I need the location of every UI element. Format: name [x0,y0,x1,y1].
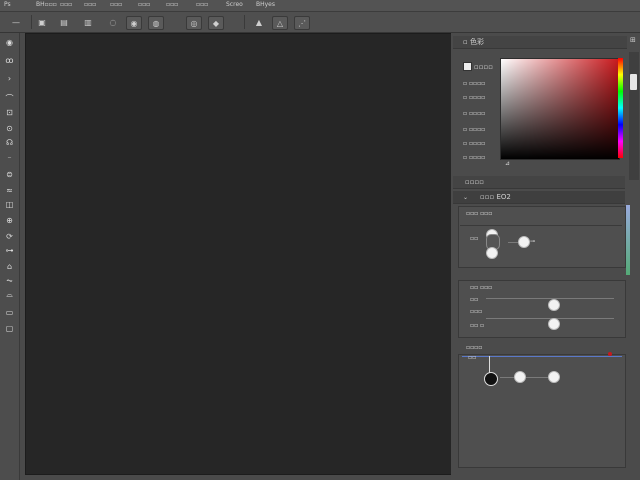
collapse-chevron-icon[interactable]: ⌄ [463,194,468,201]
lasso-icon[interactable]: ꝏ [3,55,16,66]
section-3-title: ▫▫▫▫ [466,344,483,351]
slider-knob[interactable] [548,318,560,330]
eraser-icon[interactable]: ◫ [3,199,16,210]
panel-scrollbar[interactable] [629,52,639,180]
option-button-2[interactable]: ▤ [58,16,70,28]
option-button-6[interactable]: ◍ [148,16,164,30]
option-button-8[interactable]: ◆ [208,16,224,30]
color-panel-tab[interactable]: ▫ 色彩 [453,36,627,49]
path-icon[interactable]: ⌂ [3,261,16,272]
pen-icon[interactable]: ⌒ [3,93,16,104]
option-button-4[interactable]: ◌ [106,16,120,28]
menu-item-2[interactable]: ▫▫▫ [60,1,72,8]
hand-icon[interactable]: ⌓ [3,289,16,300]
section-2-row-1: ▫▫ [470,296,479,303]
align-button[interactable]: ⋰ [294,16,310,30]
stamp-icon[interactable]: ⊜ [3,169,16,180]
dodge-icon[interactable]: ⊶ [3,245,16,256]
color-row-2[interactable]: ▫ ▫▫▫▫ [463,94,485,101]
menu-item-8[interactable]: Screo [226,1,243,8]
section-3-label: ▫▫ [468,354,477,361]
section-1-label: ▫▫ [470,235,479,242]
option-button-10[interactable]: △ [272,16,288,30]
foreground-swatch-icon[interactable] [463,62,472,71]
slider-knob[interactable] [514,371,526,383]
color-row-6[interactable]: ▫ ▫▫▫▫ [463,154,485,161]
slider-knob[interactable] [518,236,530,248]
select-icon[interactable]: › [3,73,16,84]
hue-slider[interactable] [618,58,623,158]
menu-item-1[interactable]: BH▫▫▫ [36,1,57,8]
section-1-title: ▫▫▫ ▫▫▫ [466,210,493,217]
move-icon[interactable]: ◉ [3,37,16,48]
app-logo[interactable]: Ps [4,1,11,8]
type-icon[interactable]: ⏦ [3,275,16,286]
color-row-4[interactable]: ▫ ▫▫▫▫ [463,126,485,133]
crop-icon[interactable]: ⊡ [3,107,16,118]
line-tool-preset[interactable]: — [6,16,26,28]
arrow-icon: ⊸ [530,238,536,245]
option-button-3[interactable]: ▥ [80,16,96,28]
history-icon[interactable]: ≈ [3,185,16,196]
menu-item-4[interactable]: ▫▫▫ [110,1,122,8]
handle-knob[interactable] [484,372,498,386]
menu-item-9[interactable]: BHyes [256,1,275,8]
menu-item-6[interactable]: ▫▫▫ [166,1,178,8]
eyedropper-icon[interactable]: ⊙ [3,123,16,134]
zoom-icon[interactable]: ▭ [3,307,16,318]
adjustments-tab[interactable]: ▫▫▫▫ [453,176,625,189]
options-bar: — ▣ ▤ ▥ ◌ ◉ ◍ ◎ ◆ ▲ △ ⋰ [0,12,640,33]
color-row-5[interactable]: ▫ ▫▫▫▫ [463,140,485,147]
slider-knob[interactable] [548,299,560,311]
adjustments-tab-label: ▫▫▫▫ [465,178,484,186]
gradient-icon[interactable]: ⊕ [3,215,16,226]
divider [460,225,622,226]
properties-tab[interactable]: ⌄ ▫▫▫ EO2 [453,191,625,204]
properties-scroll-accent [626,205,630,275]
property-section-3 [458,354,626,468]
scrollbar-thumb[interactable] [630,74,637,90]
option-button-7[interactable]: ◎ [186,16,202,30]
swatch-header: ▫▫▫▫ [463,62,493,71]
heal-icon[interactable]: ☊ [3,137,16,148]
section-2-title: ▫▫ ▫▫▫ [470,284,493,291]
document-canvas[interactable] [25,33,452,475]
blur-icon[interactable]: ⟳ [3,231,16,242]
panel-menu-icon[interactable]: ⊞ [630,36,640,48]
tools-panel: ◉ ꝏ › ⌒ ⊡ ⊙ ☊ ⁻ ⊜ ≈ ◫ ⊕ ⟳ ⊶ ⌂ ⏦ ⌓ ▭ ▢ [0,33,20,480]
section-2-row-3: ▫▫ ▫ [470,322,485,329]
divider [244,15,245,29]
menu-bar: Ps BH▫▫▫ ▫▫▫ ▫▫▫ ▫▫▫ ▫▫▫ ▫▫▫ ▫▫▫ Screo B… [0,0,640,12]
properties-tab-label: ▫▫▫ EO2 [480,193,511,201]
menu-item-5[interactable]: ▫▫▫ [138,1,150,8]
brush-icon[interactable]: ⁻ [3,153,16,164]
slider-knob[interactable] [548,371,560,383]
color-row-1[interactable]: ▫ ▫▫▫▫ [463,80,485,87]
slider-knob[interactable] [486,247,498,259]
swatch-icon[interactable]: ▢ [3,323,16,334]
guide-line [462,356,622,357]
option-button-1[interactable]: ▣ [36,16,48,28]
menu-item-7[interactable]: ▫▫▫ [196,1,208,8]
color-row-3[interactable]: ▫ ▫▫▫▫ [463,110,485,117]
menu-item-3[interactable]: ▫▫▫ [84,1,96,8]
option-button-5[interactable]: ◉ [126,16,142,30]
section-2-row-2: ▫▫▫ [470,308,483,315]
option-button-9[interactable]: ▲ [252,16,266,28]
endpoint-marker-icon[interactable] [608,352,612,356]
color-picker-field[interactable] [500,58,620,160]
picker-marker-icon: ⊿ [505,160,511,167]
color-panel-title: ▫ 色彩 [463,38,484,46]
divider [31,15,32,29]
